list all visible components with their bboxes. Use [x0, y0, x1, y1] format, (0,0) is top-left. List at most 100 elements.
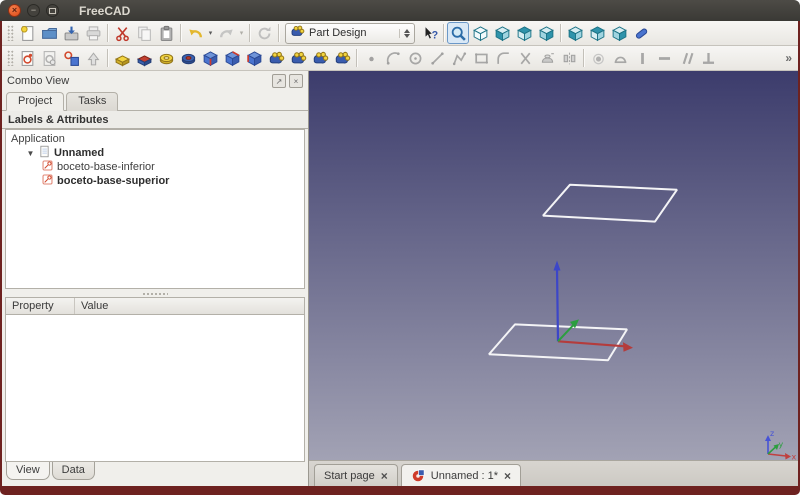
- toolbar-grip[interactable]: [7, 25, 14, 41]
- draft-button[interactable]: [243, 47, 265, 69]
- tree-item-boceto-base-inferior[interactable]: boceto-base-inferior: [6, 160, 304, 174]
- fit-all-button[interactable]: [447, 22, 469, 44]
- redo-dropdown-button[interactable]: ▾: [237, 29, 246, 37]
- constrain-perpendicular-button[interactable]: [697, 47, 719, 69]
- map-sketch-to-face-button[interactable]: [60, 47, 82, 69]
- create-rectangle-button[interactable]: [470, 47, 492, 69]
- multitransform-button[interactable]: [331, 47, 353, 69]
- view-right-button[interactable]: [535, 22, 557, 44]
- tab-close-icon[interactable]: ×: [504, 470, 511, 482]
- new-document-icon: [19, 25, 36, 42]
- mirrored-button[interactable]: [265, 47, 287, 69]
- property-table-header: Property Value: [5, 297, 305, 315]
- toolbar-grip[interactable]: [7, 50, 14, 66]
- constrain-tangent-button[interactable]: [609, 47, 631, 69]
- draft-icon: [246, 50, 263, 67]
- view-front-button[interactable]: [491, 22, 513, 44]
- view-top-button[interactable]: [513, 22, 535, 44]
- revolution-button[interactable]: [155, 47, 177, 69]
- groove-button[interactable]: [177, 47, 199, 69]
- fillet-button[interactable]: [199, 47, 221, 69]
- copy-button[interactable]: [133, 22, 155, 44]
- window-close-button[interactable]: ×: [8, 4, 21, 17]
- constrain-coincident-button[interactable]: [587, 47, 609, 69]
- z-axis-arrowhead: [554, 261, 561, 271]
- whats-this-button[interactable]: ?: [418, 22, 440, 44]
- tab-view[interactable]: View: [6, 462, 50, 480]
- panel-float-button[interactable]: ↗: [272, 74, 286, 88]
- combo-view-title: Combo View: [7, 75, 69, 87]
- view-bottom-icon: [589, 25, 606, 42]
- tree-item-application[interactable]: Application: [6, 132, 304, 146]
- tree-item-label: boceto-base-superior: [57, 175, 169, 187]
- refresh-button[interactable]: [253, 22, 275, 44]
- tab-close-icon[interactable]: ×: [381, 470, 388, 482]
- tree-item-boceto-base-superior[interactable]: boceto-base-superior: [6, 174, 304, 188]
- view-rear-button[interactable]: [564, 22, 586, 44]
- undo-button[interactable]: [184, 22, 206, 44]
- constrain-parallel-button[interactable]: [675, 47, 697, 69]
- cut-button[interactable]: [111, 22, 133, 44]
- undo-dropdown-button[interactable]: ▾: [206, 29, 215, 37]
- create-circle-button[interactable]: [404, 47, 426, 69]
- model-tree[interactable]: Application ▼ Unnamedboceto-base-inferiorb…: [5, 129, 305, 289]
- view-sketch-button[interactable]: [38, 47, 60, 69]
- view-left-icon: [611, 25, 628, 42]
- leave-sketch-button[interactable]: [82, 47, 104, 69]
- create-line-button[interactable]: [426, 47, 448, 69]
- view-axonometric-button[interactable]: [469, 22, 491, 44]
- construction-mode-button[interactable]: [558, 47, 580, 69]
- toolbar-separator: [356, 49, 357, 67]
- window-minimize-button[interactable]: −: [27, 4, 40, 17]
- view-sketch-icon: [41, 50, 58, 67]
- tree-item-label: Unnamed: [54, 147, 104, 159]
- print-button[interactable]: [82, 22, 104, 44]
- new-document-button[interactable]: [16, 22, 38, 44]
- pocket-button[interactable]: [133, 47, 155, 69]
- constrain-vertical-button[interactable]: [631, 47, 653, 69]
- tree-item-unnamed[interactable]: ▼ Unnamed: [6, 146, 304, 160]
- create-point-button[interactable]: [360, 47, 382, 69]
- create-arc-button[interactable]: [382, 47, 404, 69]
- tab-tasks[interactable]: Tasks: [66, 92, 118, 111]
- panel-splitter[interactable]: [2, 289, 308, 297]
- sketch-fillet-button[interactable]: [492, 47, 514, 69]
- chamfer-button[interactable]: [221, 47, 243, 69]
- mdi-tab-unnamed-1-[interactable]: Unnamed : 1*×: [401, 464, 521, 486]
- sketch-upper-wireframe[interactable]: [543, 185, 677, 222]
- x-axis: [558, 341, 625, 346]
- external-geometry-button[interactable]: [536, 47, 558, 69]
- panel-close-button[interactable]: ×: [289, 74, 303, 88]
- workbench-selector[interactable]: Part Design: [285, 23, 415, 44]
- expander-icon[interactable]: ▼: [26, 149, 35, 158]
- trim-edge-button[interactable]: [514, 47, 536, 69]
- fit-all-icon: [450, 25, 467, 42]
- linear-pattern-button[interactable]: [287, 47, 309, 69]
- create-polyline-button[interactable]: [448, 47, 470, 69]
- save-document-button[interactable]: [60, 22, 82, 44]
- paste-button[interactable]: [155, 22, 177, 44]
- redo-button[interactable]: [215, 22, 237, 44]
- toolbar-overflow-button[interactable]: »: [782, 51, 795, 65]
- view-bottom-button[interactable]: [586, 22, 608, 44]
- create-arc-icon: [385, 50, 402, 67]
- tab-project[interactable]: Project: [6, 92, 64, 111]
- 3d-viewport[interactable]: z y x: [309, 71, 798, 460]
- refresh-icon: [256, 25, 273, 42]
- measure-distance-button[interactable]: [630, 22, 652, 44]
- create-polyline-icon: [451, 50, 468, 67]
- pad-button[interactable]: [111, 47, 133, 69]
- view-left-button[interactable]: [608, 22, 630, 44]
- open-document-button[interactable]: [38, 22, 60, 44]
- property-table-body[interactable]: [5, 315, 305, 462]
- tab-data[interactable]: Data: [52, 462, 95, 480]
- mdi-tab-start-page[interactable]: Start page×: [314, 464, 398, 486]
- polar-pattern-button[interactable]: [309, 47, 331, 69]
- title-bar[interactable]: × − FreeCAD: [0, 0, 800, 21]
- linear-pattern-icon: [290, 50, 307, 67]
- pocket-icon: [136, 50, 153, 67]
- window-maximize-button[interactable]: [46, 4, 59, 17]
- new-sketch-button[interactable]: [16, 47, 38, 69]
- constrain-horizontal-button[interactable]: [653, 47, 675, 69]
- window-title: FreeCAD: [79, 4, 130, 18]
